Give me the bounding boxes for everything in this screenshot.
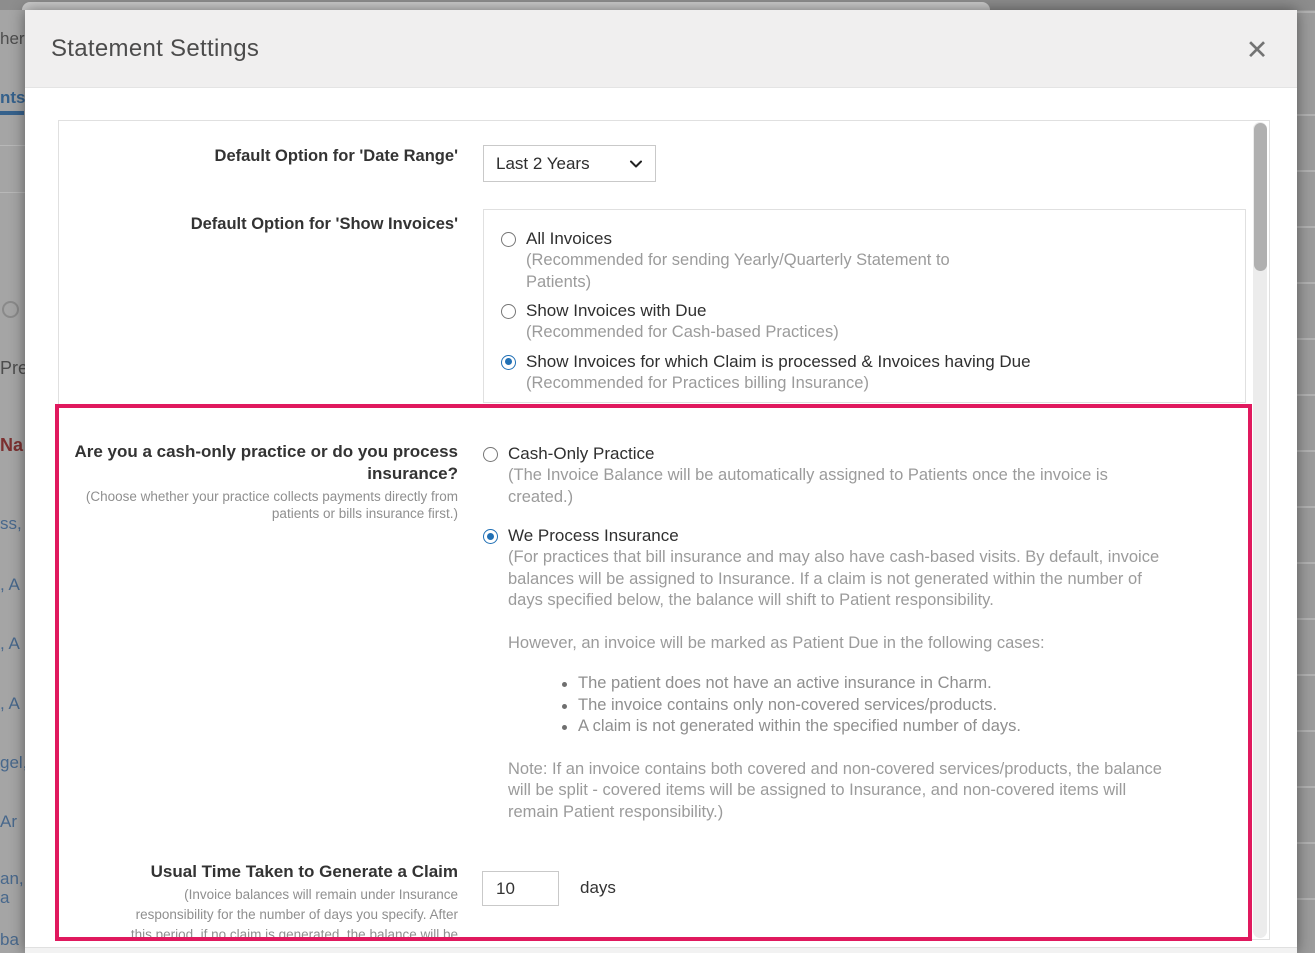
list-item: The patient does not have an active insu… xyxy=(562,673,1180,695)
claim-time-label: Usual Time Taken to Generate a Claim (In… xyxy=(59,861,458,940)
scrollbar-thumb[interactable] xyxy=(1254,123,1267,271)
background-link-fragment: , A xyxy=(0,694,20,714)
background-link-fragment: an, xyxy=(0,869,24,889)
option-label: Cash-Only Practice xyxy=(508,443,1173,465)
patient-due-cases-intro: However, an invoice will be marked as Pa… xyxy=(508,633,1180,655)
label-text: Are you a cash-only practice or do you p… xyxy=(74,442,458,483)
show-invoices-label: Default Option for 'Show Invoices' xyxy=(59,213,458,235)
radio-icon[interactable] xyxy=(483,447,498,462)
hint-line: (Invoice balances will remain under Insu… xyxy=(59,885,458,905)
background-link-fragment: gel, xyxy=(0,753,27,773)
cash-or-insurance-radio-group: Cash-Only Practice (The Invoice Balance … xyxy=(483,443,1258,823)
settings-panel: Default Option for 'Date Range' Last 2 Y… xyxy=(58,120,1270,940)
scrollbar-track[interactable] xyxy=(1253,122,1267,938)
radio-icon[interactable] xyxy=(501,232,516,247)
dialog-footer-edge xyxy=(25,947,1297,953)
option-label: We Process Insurance xyxy=(508,525,1173,547)
background-tab-underline xyxy=(0,111,24,115)
option-invoices-with-due[interactable]: Show Invoices with Due (Recommended for … xyxy=(501,300,1231,344)
statement-settings-dialog: Statement Settings ✕ Default Option for … xyxy=(25,10,1297,953)
claim-time-hint: (Invoice balances will remain under Insu… xyxy=(59,885,458,940)
label-text: Usual Time Taken to Generate a Claim xyxy=(151,862,458,881)
dialog-header: Statement Settings ✕ xyxy=(25,10,1297,88)
option-hint: (For practices that bill insurance and m… xyxy=(508,547,1173,612)
background-link-fragment: , A xyxy=(0,575,20,595)
background-link-fragment: a xyxy=(0,888,9,908)
split-balance-note: Note: If an invoice contains both covere… xyxy=(508,759,1180,824)
radio-icon[interactable] xyxy=(501,355,516,370)
option-all-invoices[interactable]: All Invoices (Recommended for sending Ye… xyxy=(501,228,1231,293)
option-claim-processed[interactable]: Show Invoices for which Claim is process… xyxy=(501,351,1231,395)
option-cash-only[interactable]: Cash-Only Practice (The Invoice Balance … xyxy=(483,443,1258,508)
list-item: A claim is not generated within the spec… xyxy=(562,716,1180,738)
background-link-fragment: , A xyxy=(0,634,20,654)
background-link-fragment: ba xyxy=(0,930,19,950)
option-label: Show Invoices with Due xyxy=(526,300,839,322)
date-range-select[interactable]: Last 2 Years xyxy=(483,145,656,182)
cash-or-insurance-hint: (Choose whether your practice collects p… xyxy=(59,488,458,522)
background-text-fragment: Na xyxy=(0,435,23,456)
cash-or-insurance-label: Are you a cash-only practice or do you p… xyxy=(59,441,458,522)
option-label: Show Invoices for which Claim is process… xyxy=(526,351,1031,373)
background-radio-icon xyxy=(2,301,19,318)
date-range-label: Default Option for 'Date Range' xyxy=(59,145,458,167)
background-text-fragment: her xyxy=(0,29,25,49)
radio-icon[interactable] xyxy=(483,529,498,544)
close-icon: ✕ xyxy=(1246,35,1269,65)
insurance-details: However, an invoice will be marked as Pa… xyxy=(508,633,1180,824)
option-hint: (Recommended for sending Yearly/Quarterl… xyxy=(526,250,1004,293)
hint-line: this period, if no claim is generated, t… xyxy=(59,925,458,940)
claim-days-input[interactable] xyxy=(482,871,559,906)
date-range-value: Last 2 Years xyxy=(496,154,629,174)
option-we-process-insurance[interactable]: We Process Insurance (For practices that… xyxy=(483,525,1258,612)
background-text-fragment: Pre xyxy=(0,358,28,379)
dialog-title: Statement Settings xyxy=(51,35,259,63)
show-invoices-radio-group: All Invoices (Recommended for sending Ye… xyxy=(483,209,1246,403)
claim-days-unit: days xyxy=(580,878,616,898)
screen: her nts Pre Na ss, A , A , A , A gel, Ar… xyxy=(0,0,1315,953)
option-label: All Invoices xyxy=(526,228,1004,250)
radio-icon[interactable] xyxy=(501,304,516,319)
option-hint: (Recommended for Cash-based Practices) xyxy=(526,322,839,344)
background-divider xyxy=(0,145,25,146)
list-item: The invoice contains only non-covered se… xyxy=(562,695,1180,717)
background-divider xyxy=(0,192,25,193)
background-toolbar xyxy=(22,2,990,10)
chevron-down-icon xyxy=(629,157,643,171)
patient-due-cases-list: The patient does not have an active insu… xyxy=(508,673,1180,738)
background-table-edge xyxy=(1297,10,1315,953)
close-button[interactable]: ✕ xyxy=(1241,34,1273,66)
option-hint: (The Invoice Balance will be automatical… xyxy=(508,465,1173,508)
hint-line: responsibility for the number of days yo… xyxy=(59,905,458,925)
option-hint: (Recommended for Practices billing Insur… xyxy=(526,373,1031,395)
background-link-fragment: Ar xyxy=(0,812,17,832)
background-top-bar xyxy=(0,0,1315,10)
background-active-tab-fragment: nts xyxy=(0,88,26,108)
